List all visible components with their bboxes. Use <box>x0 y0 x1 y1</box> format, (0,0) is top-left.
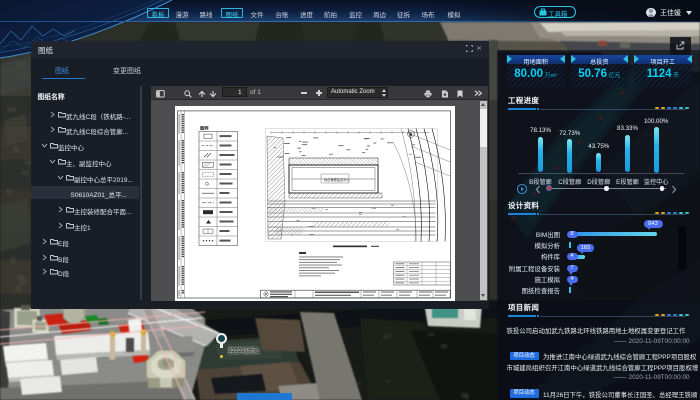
svg-text:综合管廊监控中心: 综合管廊监控中心 <box>324 177 350 182</box>
svg-text:图例: 图例 <box>200 124 208 131</box>
